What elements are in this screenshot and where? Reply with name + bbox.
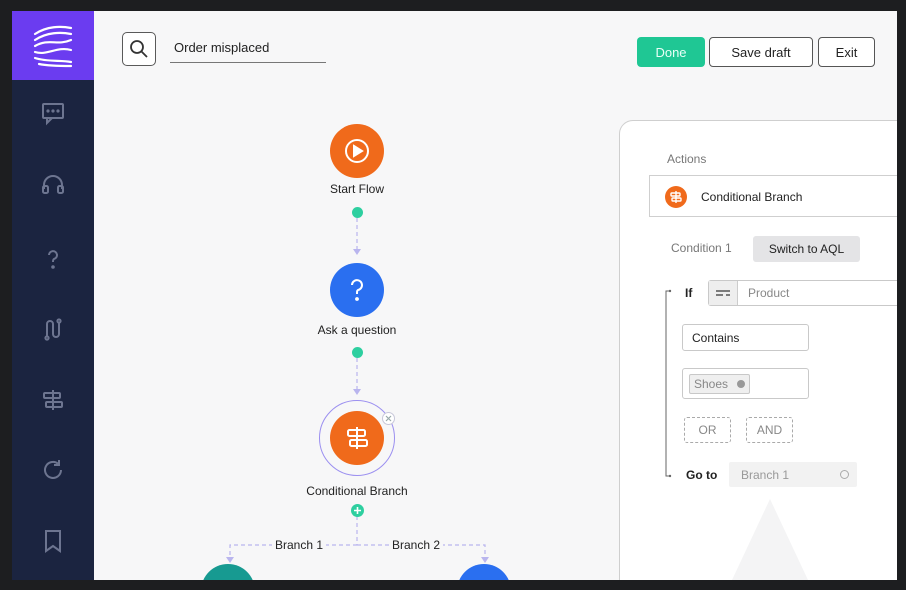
exit-button[interactable]: Exit (818, 37, 875, 67)
play-icon (345, 139, 369, 163)
connector-dot[interactable] (352, 347, 363, 358)
branch-icon (347, 427, 368, 449)
operator-select[interactable]: Contains (682, 324, 809, 351)
tab-condition-1[interactable]: Condition 1 (671, 241, 732, 255)
question-icon (351, 279, 363, 301)
actions-label: Actions (667, 152, 707, 166)
goto-select[interactable]: Branch 1 (729, 462, 857, 487)
and-button[interactable]: AND (746, 417, 793, 443)
clear-icon[interactable] (840, 470, 849, 479)
field-select[interactable]: Product (708, 280, 897, 306)
tag-label: Shoes (694, 376, 729, 391)
field-type-icon (709, 281, 738, 305)
app-window: Done Save draft Exit Start Flow Ask a qu… (12, 11, 897, 580)
start-flow-label: Start Flow (329, 182, 385, 196)
conditional-branch-node[interactable] (330, 411, 384, 465)
branch-1-label[interactable]: Branch 1 (272, 538, 327, 552)
remove-tag-icon[interactable] (737, 379, 746, 388)
add-icon[interactable] (351, 504, 364, 517)
value-tag: Shoes (689, 373, 751, 394)
value-tags-input[interactable]: Shoes (682, 368, 809, 399)
done-button[interactable]: Done (637, 37, 705, 67)
condition-bracket (665, 289, 672, 478)
start-flow-node[interactable] (330, 124, 384, 178)
field-placeholder: Product (748, 286, 790, 300)
decorative-triangle (732, 499, 808, 580)
goto-label: Go to (686, 468, 718, 482)
if-label: If (685, 286, 693, 300)
connector-dot[interactable] (352, 207, 363, 218)
close-icon[interactable] (382, 412, 395, 425)
or-button[interactable]: OR (684, 417, 731, 443)
save-draft-button[interactable]: Save draft (709, 37, 813, 67)
switch-aql-button[interactable]: Switch to AQL (753, 236, 860, 262)
conditional-branch-label: Conditional Branch (306, 484, 408, 498)
branch-icon (665, 186, 687, 208)
branch-2-label[interactable]: Branch 2 (389, 538, 444, 552)
ask-question-node[interactable] (330, 263, 384, 317)
goto-value: Branch 1 (741, 467, 790, 482)
panel-title: Conditional Branch (701, 190, 803, 204)
ask-question-label: Ask a question (317, 323, 397, 337)
